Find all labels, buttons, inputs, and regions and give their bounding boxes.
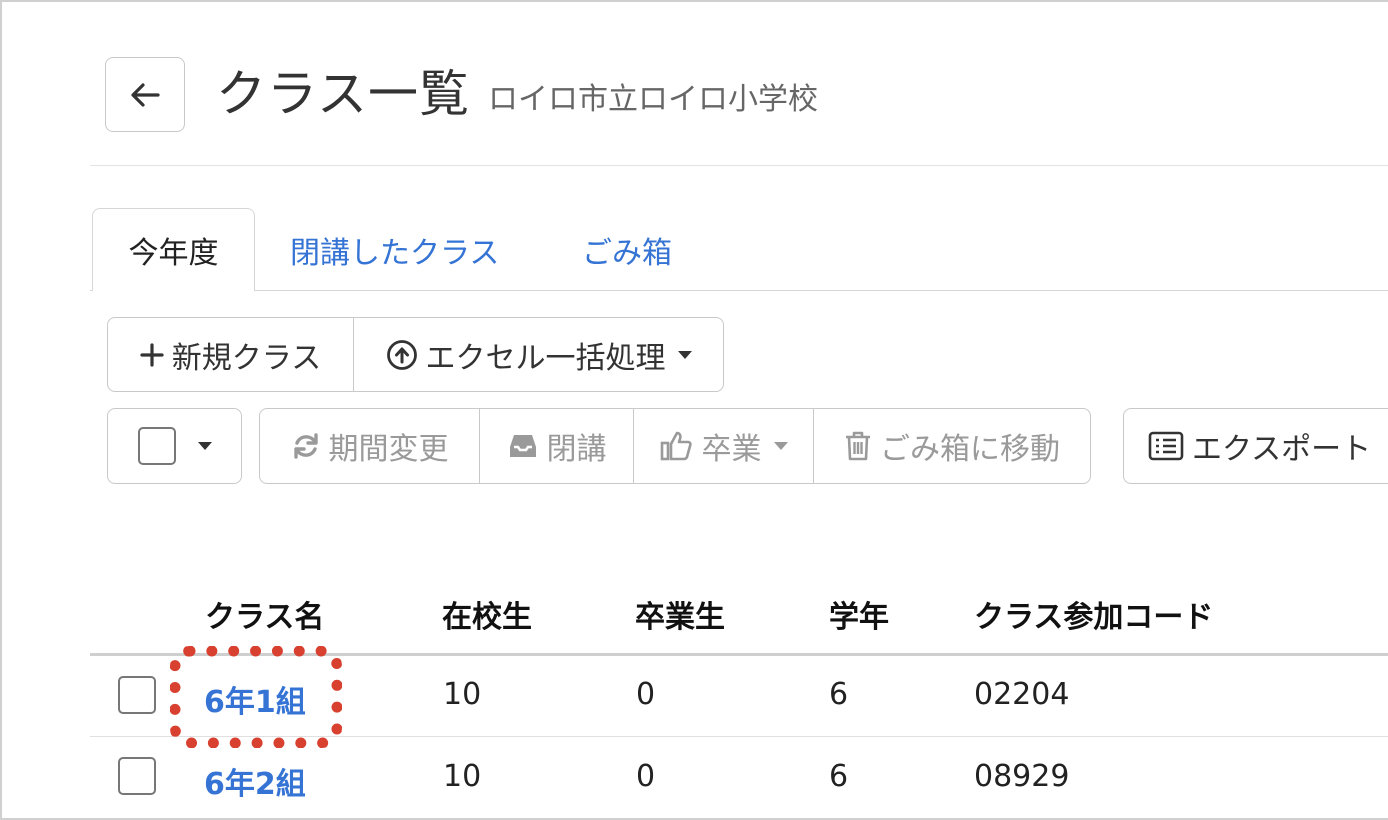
inbox-icon [509, 435, 536, 457]
graduate-button[interactable]: 卒業 [633, 409, 813, 483]
students-count: 10 [443, 677, 482, 712]
change-period-button[interactable]: 期間変更 [260, 409, 479, 483]
tabs-divider [90, 290, 1388, 291]
header-divider [90, 165, 1388, 166]
grade-value: 6 [829, 677, 849, 712]
back-button[interactable] [105, 57, 185, 132]
row-checkbox[interactable] [118, 676, 156, 714]
graduates-count: 0 [636, 677, 656, 712]
tab-closed-classes[interactable]: 閉講したクラス [290, 208, 499, 292]
join-code: 08929 [974, 759, 1070, 794]
new-class-label: 新規クラス [171, 340, 322, 376]
tab-trash[interactable]: ごみ箱 [582, 208, 672, 292]
join-code: 02204 [974, 677, 1070, 712]
chevron-down-icon [677, 350, 692, 359]
close-class-button[interactable]: 閉講 [479, 409, 633, 483]
trash-icon [846, 431, 870, 461]
graduates-count: 0 [636, 759, 656, 794]
upload-circle-icon [386, 339, 417, 370]
select-all-dropdown[interactable] [107, 408, 242, 484]
highlight-annotation [170, 646, 342, 748]
excel-bulk-button[interactable]: エクセル一括処理 [353, 318, 723, 391]
primary-toolbar: 新規クラス エクセル一括処理 [107, 317, 724, 392]
select-all-checkbox[interactable] [137, 427, 176, 465]
row-checkbox[interactable] [118, 757, 156, 795]
bulk-action-toolbar: 期間変更 閉講 卒業 ごみ箱に移動 [259, 408, 1091, 484]
thumbs-up-icon [660, 431, 692, 461]
export-button[interactable]: エクスポート [1124, 409, 1371, 483]
list-icon [1148, 431, 1184, 461]
close-class-label: 閉講 [546, 432, 607, 467]
arrow-left-icon [131, 82, 160, 107]
graduate-label: 卒業 [701, 432, 762, 467]
column-header-grade[interactable]: 学年 [829, 592, 889, 636]
grade-value: 6 [829, 759, 849, 794]
excel-bulk-label: エクセル一括処理 [425, 340, 666, 376]
page-title: クラス一覧 [216, 65, 470, 123]
refresh-icon [293, 433, 318, 459]
class-name-link[interactable]: 6年2組 [204, 759, 306, 803]
school-name: ロイロ市立ロイロ小学校 [488, 82, 818, 117]
chevron-down-icon [773, 442, 788, 450]
tab-current-year[interactable]: 今年度 [92, 208, 255, 292]
column-header-class-name[interactable]: クラス名 [205, 592, 324, 636]
new-class-button[interactable]: 新規クラス [108, 318, 353, 391]
column-header-join-code[interactable]: クラス参加コード [974, 592, 1213, 636]
export-button-group: エクスポート [1123, 408, 1388, 484]
move-to-trash-label: ごみ箱に移動 [880, 432, 1060, 467]
chevron-down-icon [197, 442, 212, 450]
column-header-graduates[interactable]: 卒業生 [635, 592, 725, 636]
plus-icon [140, 342, 164, 367]
move-to-trash-button[interactable]: ごみ箱に移動 [813, 409, 1090, 483]
students-count: 10 [443, 759, 482, 794]
change-period-label: 期間変更 [328, 432, 449, 467]
select-all-control[interactable] [108, 409, 241, 483]
export-label: エクスポート [1192, 432, 1372, 467]
column-header-students[interactable]: 在校生 [442, 592, 532, 636]
